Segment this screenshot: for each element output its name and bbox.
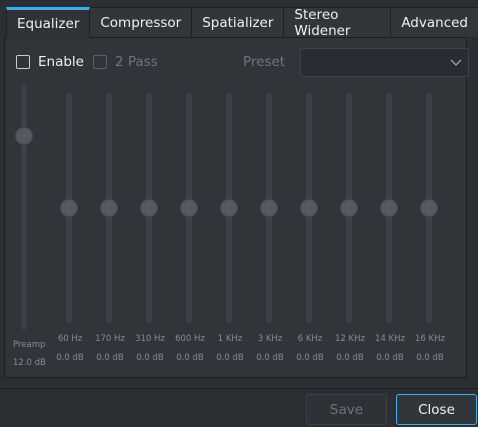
preamp-value: 12.0 dB — [13, 358, 46, 368]
two-pass-checkbox[interactable] — [93, 55, 107, 69]
band-freq-label: 14 KHz — [375, 334, 405, 344]
band-slider-handle[interactable] — [220, 199, 238, 217]
band-gain-label: 0.0 dB — [96, 353, 124, 363]
tab-bar: Equalizer Compressor Spatializer Stereo … — [6, 7, 478, 39]
close-button[interactable]: Close — [396, 394, 477, 425]
enable-checkbox[interactable] — [16, 55, 30, 69]
band-gain-label: 0.0 dB — [216, 353, 244, 363]
tab-compressor[interactable]: Compressor — [89, 7, 193, 37]
band-slider-handle[interactable] — [300, 199, 318, 217]
band-freq-label: 170 Hz — [95, 334, 125, 344]
band-slider-handle[interactable] — [100, 199, 118, 217]
band-gain-label: 0.0 dB — [416, 353, 444, 363]
band-slider-handle[interactable] — [420, 199, 438, 217]
band-freq-label: 600 Hz — [175, 334, 205, 344]
band-gain-label: 0.0 dB — [176, 353, 204, 363]
band-gain-label: 0.0 dB — [256, 353, 284, 363]
band-slider-handle[interactable] — [140, 199, 158, 217]
band-freq-label: 310 Hz — [135, 334, 165, 344]
tab-advanced[interactable]: Advanced — [390, 7, 478, 37]
band-gain-label: 0.0 dB — [296, 353, 324, 363]
save-button[interactable]: Save — [306, 394, 387, 425]
preamp-slider-groove — [21, 85, 27, 330]
tab-equalizer[interactable]: Equalizer — [6, 7, 91, 38]
band-gain-label: 0.0 dB — [376, 353, 404, 363]
preset-label: Preset — [243, 54, 286, 70]
band-gain-label: 0.0 dB — [136, 353, 164, 363]
band-freq-label: 3 KHz — [257, 334, 283, 344]
band-freq-label: 6 KHz — [297, 334, 323, 344]
preset-dropdown[interactable] — [300, 48, 469, 77]
tab-spatializer[interactable]: Spatializer — [191, 7, 285, 37]
band-slider-handle[interactable] — [180, 199, 198, 217]
equalizer-panel: Enable 2 Pass Preset 60 Hz 0.0 dB 170 Hz 0.… — [4, 37, 469, 378]
band-freq-label: 16 KHz — [415, 334, 445, 344]
band-gain-label: 0.0 dB — [336, 353, 364, 363]
enable-label[interactable]: Enable — [38, 54, 84, 70]
band-slider-handle[interactable] — [260, 199, 278, 217]
footer-divider — [0, 388, 478, 389]
preamp-label: Preamp — [13, 340, 46, 350]
band-gain-label: 0.0 dB — [56, 353, 84, 363]
chevron-down-icon — [450, 59, 462, 66]
band-freq-label: 12 KHz — [335, 334, 365, 344]
band-slider-handle[interactable] — [340, 199, 358, 217]
band-freq-label: 1 KHz — [217, 334, 243, 344]
tab-stereo-widener[interactable]: Stereo Widener — [283, 7, 392, 39]
preamp-slider-handle[interactable] — [15, 127, 33, 145]
two-pass-label: 2 Pass — [115, 54, 158, 70]
equalizer-options-row: Enable 2 Pass Preset — [16, 48, 469, 78]
band-slider-handle[interactable] — [60, 199, 78, 217]
band-freq-label: 60 Hz — [57, 334, 83, 344]
band-slider-handle[interactable] — [380, 199, 398, 217]
